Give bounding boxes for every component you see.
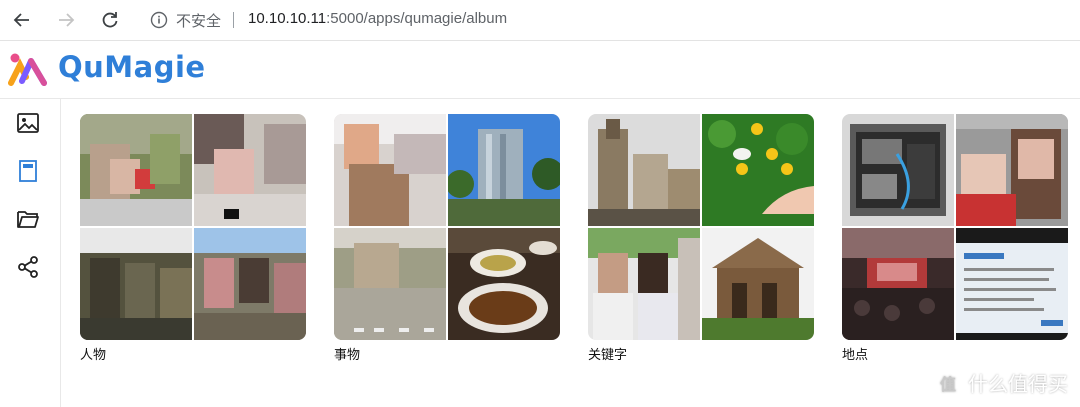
watermark-badge: 值 [934, 368, 962, 397]
share-icon [18, 256, 38, 278]
album-photo [194, 228, 306, 340]
album-icon [19, 160, 37, 182]
album-photo [956, 228, 1068, 340]
image-icon [17, 113, 39, 133]
album-photo [448, 228, 560, 340]
album-photo [448, 114, 560, 226]
album-photo [334, 228, 446, 340]
album-photo [194, 114, 306, 226]
album-title: 关键字 [588, 348, 628, 363]
security-status[interactable]: 不安全 [176, 10, 221, 31]
album-title: 人物 [80, 348, 107, 363]
album-card-keywords[interactable]: 关键字 [588, 114, 814, 363]
site-watermark: 值 什么值得买 [934, 368, 1068, 397]
album-photo [702, 228, 814, 340]
watermark-text: 什么值得买 [968, 372, 1068, 396]
address-separator [233, 12, 234, 28]
album-title: 事物 [334, 348, 361, 363]
sidebar-item-album[interactable] [14, 157, 42, 185]
url-path: :5000/apps/qumagie/album [326, 10, 508, 27]
forward-button[interactable] [52, 6, 80, 34]
album-thumbnail-mosaic[interactable] [80, 114, 306, 340]
arrow-left-icon [13, 13, 29, 27]
reload-icon [102, 12, 118, 28]
sidebar-item-folders[interactable] [14, 205, 42, 233]
reload-button[interactable] [96, 6, 124, 34]
back-button[interactable] [8, 6, 36, 34]
info-icon[interactable] [150, 11, 168, 29]
arrow-right-icon [59, 13, 75, 27]
album-card-things[interactable]: 事物 [334, 114, 560, 363]
url-host: 10.10.10.11 [248, 10, 327, 27]
folder-open-icon [17, 211, 39, 228]
album-thumbnail-mosaic[interactable] [588, 114, 814, 340]
album-card-people[interactable]: 人物 [80, 114, 306, 363]
album-thumbnail-mosaic[interactable] [334, 114, 560, 340]
album-photo [842, 114, 954, 226]
app-title[interactable]: QuMagie [58, 50, 206, 84]
sidebar [0, 99, 61, 407]
sidebar-item-share[interactable] [14, 253, 42, 281]
browser-toolbar: 不安全 10.10.10.11:5000/apps/qumagie/album [0, 0, 1080, 41]
album-photo [80, 228, 192, 340]
album-photo [956, 114, 1068, 226]
album-title: 地点 [842, 348, 869, 363]
album-photo [588, 114, 700, 226]
album-photo [588, 228, 700, 340]
sidebar-item-photos[interactable] [14, 109, 42, 137]
album-thumbnail-mosaic[interactable] [842, 114, 1068, 340]
album-card-places[interactable]: 地点 [842, 114, 1068, 363]
album-photo [80, 114, 192, 226]
album-photo [702, 114, 814, 226]
album-photo [334, 114, 446, 226]
app-header: QuMagie [0, 41, 1080, 99]
qumagie-logo-icon[interactable] [8, 51, 48, 87]
address-bar[interactable]: 10.10.10.11:5000/apps/qumagie/album [248, 10, 507, 27]
album-photo [842, 228, 954, 340]
